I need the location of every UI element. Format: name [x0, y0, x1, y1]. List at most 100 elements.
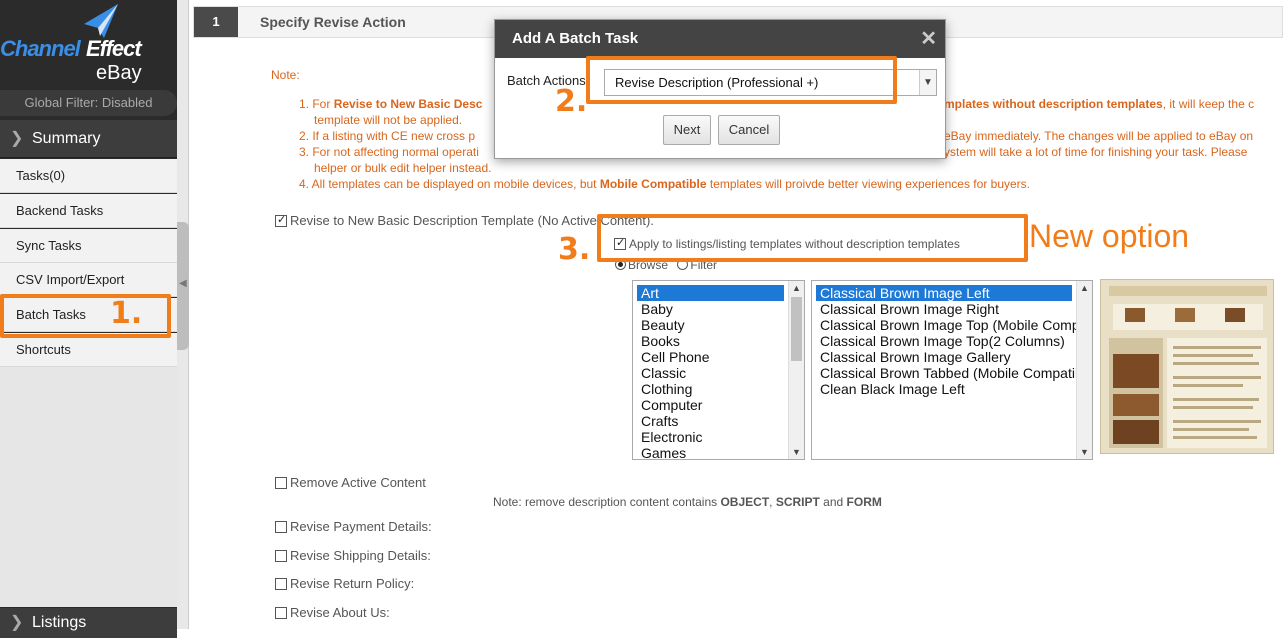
remove-note-form: FORM	[846, 495, 882, 509]
chevron-left-icon: ◀	[179, 278, 187, 289]
category-item[interactable]: Electronic	[637, 429, 804, 445]
scroll-up-icon[interactable]: ▲	[792, 283, 801, 293]
template-item[interactable]: Clean Black Image Left	[816, 381, 1092, 397]
category-item[interactable]: Games	[637, 445, 804, 459]
cancel-button[interactable]: Cancel	[718, 115, 780, 145]
collapse-sidebar-handle[interactable]: ◀	[177, 222, 189, 350]
annotation-new-option: New option	[1029, 218, 1190, 254]
template-item[interactable]: Classical Brown Image Top(2 Columns)	[816, 333, 1092, 349]
category-item[interactable]: Crafts	[637, 413, 804, 429]
note-4-bold: Mobile Compatible	[599, 177, 707, 191]
sidebar-item-tasks[interactable]: Tasks(0)	[0, 159, 177, 193]
annotation-step-2: 2.	[555, 84, 588, 119]
chevron-down-icon[interactable]: ▼	[919, 70, 936, 95]
scroll-up-icon[interactable]: ▲	[1080, 283, 1089, 293]
sidebar-item-csv-import-export[interactable]: CSV Import/Export	[0, 263, 177, 297]
category-item[interactable]: Clothing	[637, 381, 804, 397]
revise-shipping-option[interactable]: Revise Shipping Details:	[275, 548, 431, 563]
note-4: 4. All templates can be displayed on mob…	[299, 177, 1030, 191]
scroll-down-icon[interactable]: ▼	[1080, 447, 1089, 457]
remove-note-script: SCRIPT	[775, 495, 820, 509]
template-item[interactable]: Classical Brown Tabbed (Mobile Compatibl…	[816, 365, 1092, 381]
sidebar-item-shortcuts[interactable]: Shortcuts	[0, 333, 177, 367]
logo-word-ebay: eBay	[96, 62, 142, 84]
annotation-step-3: 3.	[558, 232, 591, 267]
note-3-continued: helper or bulk edit helper instead.	[314, 161, 492, 175]
close-icon[interactable]: ✕	[920, 20, 937, 58]
highlight-new-option	[597, 214, 1028, 262]
next-button[interactable]: Next	[663, 115, 711, 145]
chevron-right-icon: ❯	[10, 614, 24, 631]
sidebar-section-label: Listings	[32, 614, 87, 631]
global-filter-toggle[interactable]: Global Filter: Disabled	[0, 90, 177, 116]
sidebar-item-sync-tasks[interactable]: Sync Tasks	[0, 229, 177, 263]
sidebar-section-summary[interactable]: ❯ Summary	[0, 120, 177, 158]
channel-effect-logo[interactable]: Channel Effect eBay	[0, 0, 177, 88]
category-listbox[interactable]: Art Baby Beauty Books Cell Phone Classic…	[632, 280, 805, 460]
revise-payment-option[interactable]: Revise Payment Details:	[275, 519, 432, 534]
sidebar-section-label: Summary	[32, 130, 101, 147]
note-4-text: 4. All templates can be displayed on mob…	[299, 177, 600, 191]
note-2: 2. If a listing with CE new cross p	[299, 129, 476, 143]
category-item[interactable]: Cell Phone	[637, 349, 804, 365]
revise-shipping-label: Revise Shipping Details:	[290, 548, 431, 563]
revise-shipping-checkbox[interactable]	[275, 550, 287, 562]
template-item[interactable]: Classical Brown Image Gallery	[816, 349, 1092, 365]
revise-payment-checkbox[interactable]	[275, 521, 287, 533]
sidebar-item-backend-tasks[interactable]: Backend Tasks	[0, 194, 177, 228]
remove-active-content-label: Remove Active Content	[290, 475, 426, 490]
note-3: 3. For not affecting normal operati	[299, 145, 479, 159]
remove-note-text: Note: remove description content contain…	[493, 495, 721, 509]
chevron-right-icon: ❯	[10, 130, 24, 147]
scroll-down-icon[interactable]: ▼	[792, 447, 801, 457]
note-label: Note:	[271, 68, 300, 82]
category-item[interactable]: Classic	[637, 365, 804, 381]
remove-note-separator: and	[819, 495, 847, 509]
revise-return-policy-checkbox[interactable]	[275, 578, 287, 590]
template-preview-drawing	[1101, 280, 1273, 453]
note-1-right-text: , it will keep the c	[1162, 97, 1255, 111]
category-scrollbar[interactable]: ▲ ▼	[788, 281, 804, 459]
scrollbar-thumb[interactable]	[791, 297, 802, 361]
highlight-batch-tasks	[0, 294, 171, 338]
revise-payment-label: Revise Payment Details:	[290, 519, 432, 534]
note-1-continued: template will not be applied.	[314, 113, 463, 127]
note-3-right: ystem will take a lot of time for finish…	[944, 145, 1248, 159]
note-1-right-bold: mplates without description templates	[944, 97, 1163, 111]
step-title: Specify Revise Action	[260, 14, 406, 30]
annotation-step-1: 1.	[110, 296, 143, 331]
note-1: 1. For Revise to New Basic Desc	[299, 97, 482, 111]
template-scrollbar[interactable]: ▲ ▼	[1076, 281, 1092, 459]
revise-basic-template-checkbox[interactable]	[275, 213, 287, 227]
template-preview-image	[1100, 279, 1274, 454]
remove-active-content-checkbox[interactable]	[275, 477, 287, 489]
revise-return-policy-option[interactable]: Revise Return Policy:	[275, 576, 414, 591]
template-item[interactable]: Classical Brown Image Right	[816, 301, 1092, 317]
revise-return-policy-label: Revise Return Policy:	[290, 576, 415, 591]
category-item[interactable]: Baby	[637, 301, 804, 317]
category-item[interactable]: Beauty	[637, 317, 804, 333]
revise-about-us-label: Revise About Us:	[290, 605, 390, 620]
revise-about-us-checkbox[interactable]	[275, 607, 287, 619]
step-number: 1	[194, 7, 238, 37]
category-item[interactable]: Computer	[637, 397, 804, 413]
category-item[interactable]: Art	[637, 285, 784, 301]
logo-word-channel: Channel	[0, 36, 81, 61]
logo-word-effect: Effect	[86, 36, 142, 61]
revise-about-us-option[interactable]: Revise About Us:	[275, 605, 390, 620]
remove-note-separator: ,	[769, 495, 776, 509]
category-item[interactable]: Books	[637, 333, 804, 349]
note-1-text: 1. For	[299, 97, 334, 111]
template-item[interactable]: Classical Brown Image Left	[816, 285, 1072, 301]
dialog-title: Add A Batch Task	[495, 20, 945, 58]
sidebar-empty-area	[0, 367, 177, 607]
note-1-right: mplates without description templates, i…	[944, 97, 1254, 111]
template-item[interactable]: Classical Brown Image Top (Mobile Compat…	[816, 317, 1092, 333]
note-1-bold: Revise to New Basic Desc	[333, 97, 483, 111]
remove-active-content-option[interactable]: Remove Active Content	[275, 475, 426, 490]
template-listbox[interactable]: Classical Brown Image Left Classical Bro…	[811, 280, 1093, 460]
note-4-text-end: templates will proivde better viewing ex…	[706, 177, 1030, 191]
remove-content-note: Note: remove description content contain…	[493, 495, 882, 509]
sidebar-section-listings[interactable]: ❯ Listings	[0, 608, 177, 638]
highlight-batch-action-select	[586, 56, 897, 104]
